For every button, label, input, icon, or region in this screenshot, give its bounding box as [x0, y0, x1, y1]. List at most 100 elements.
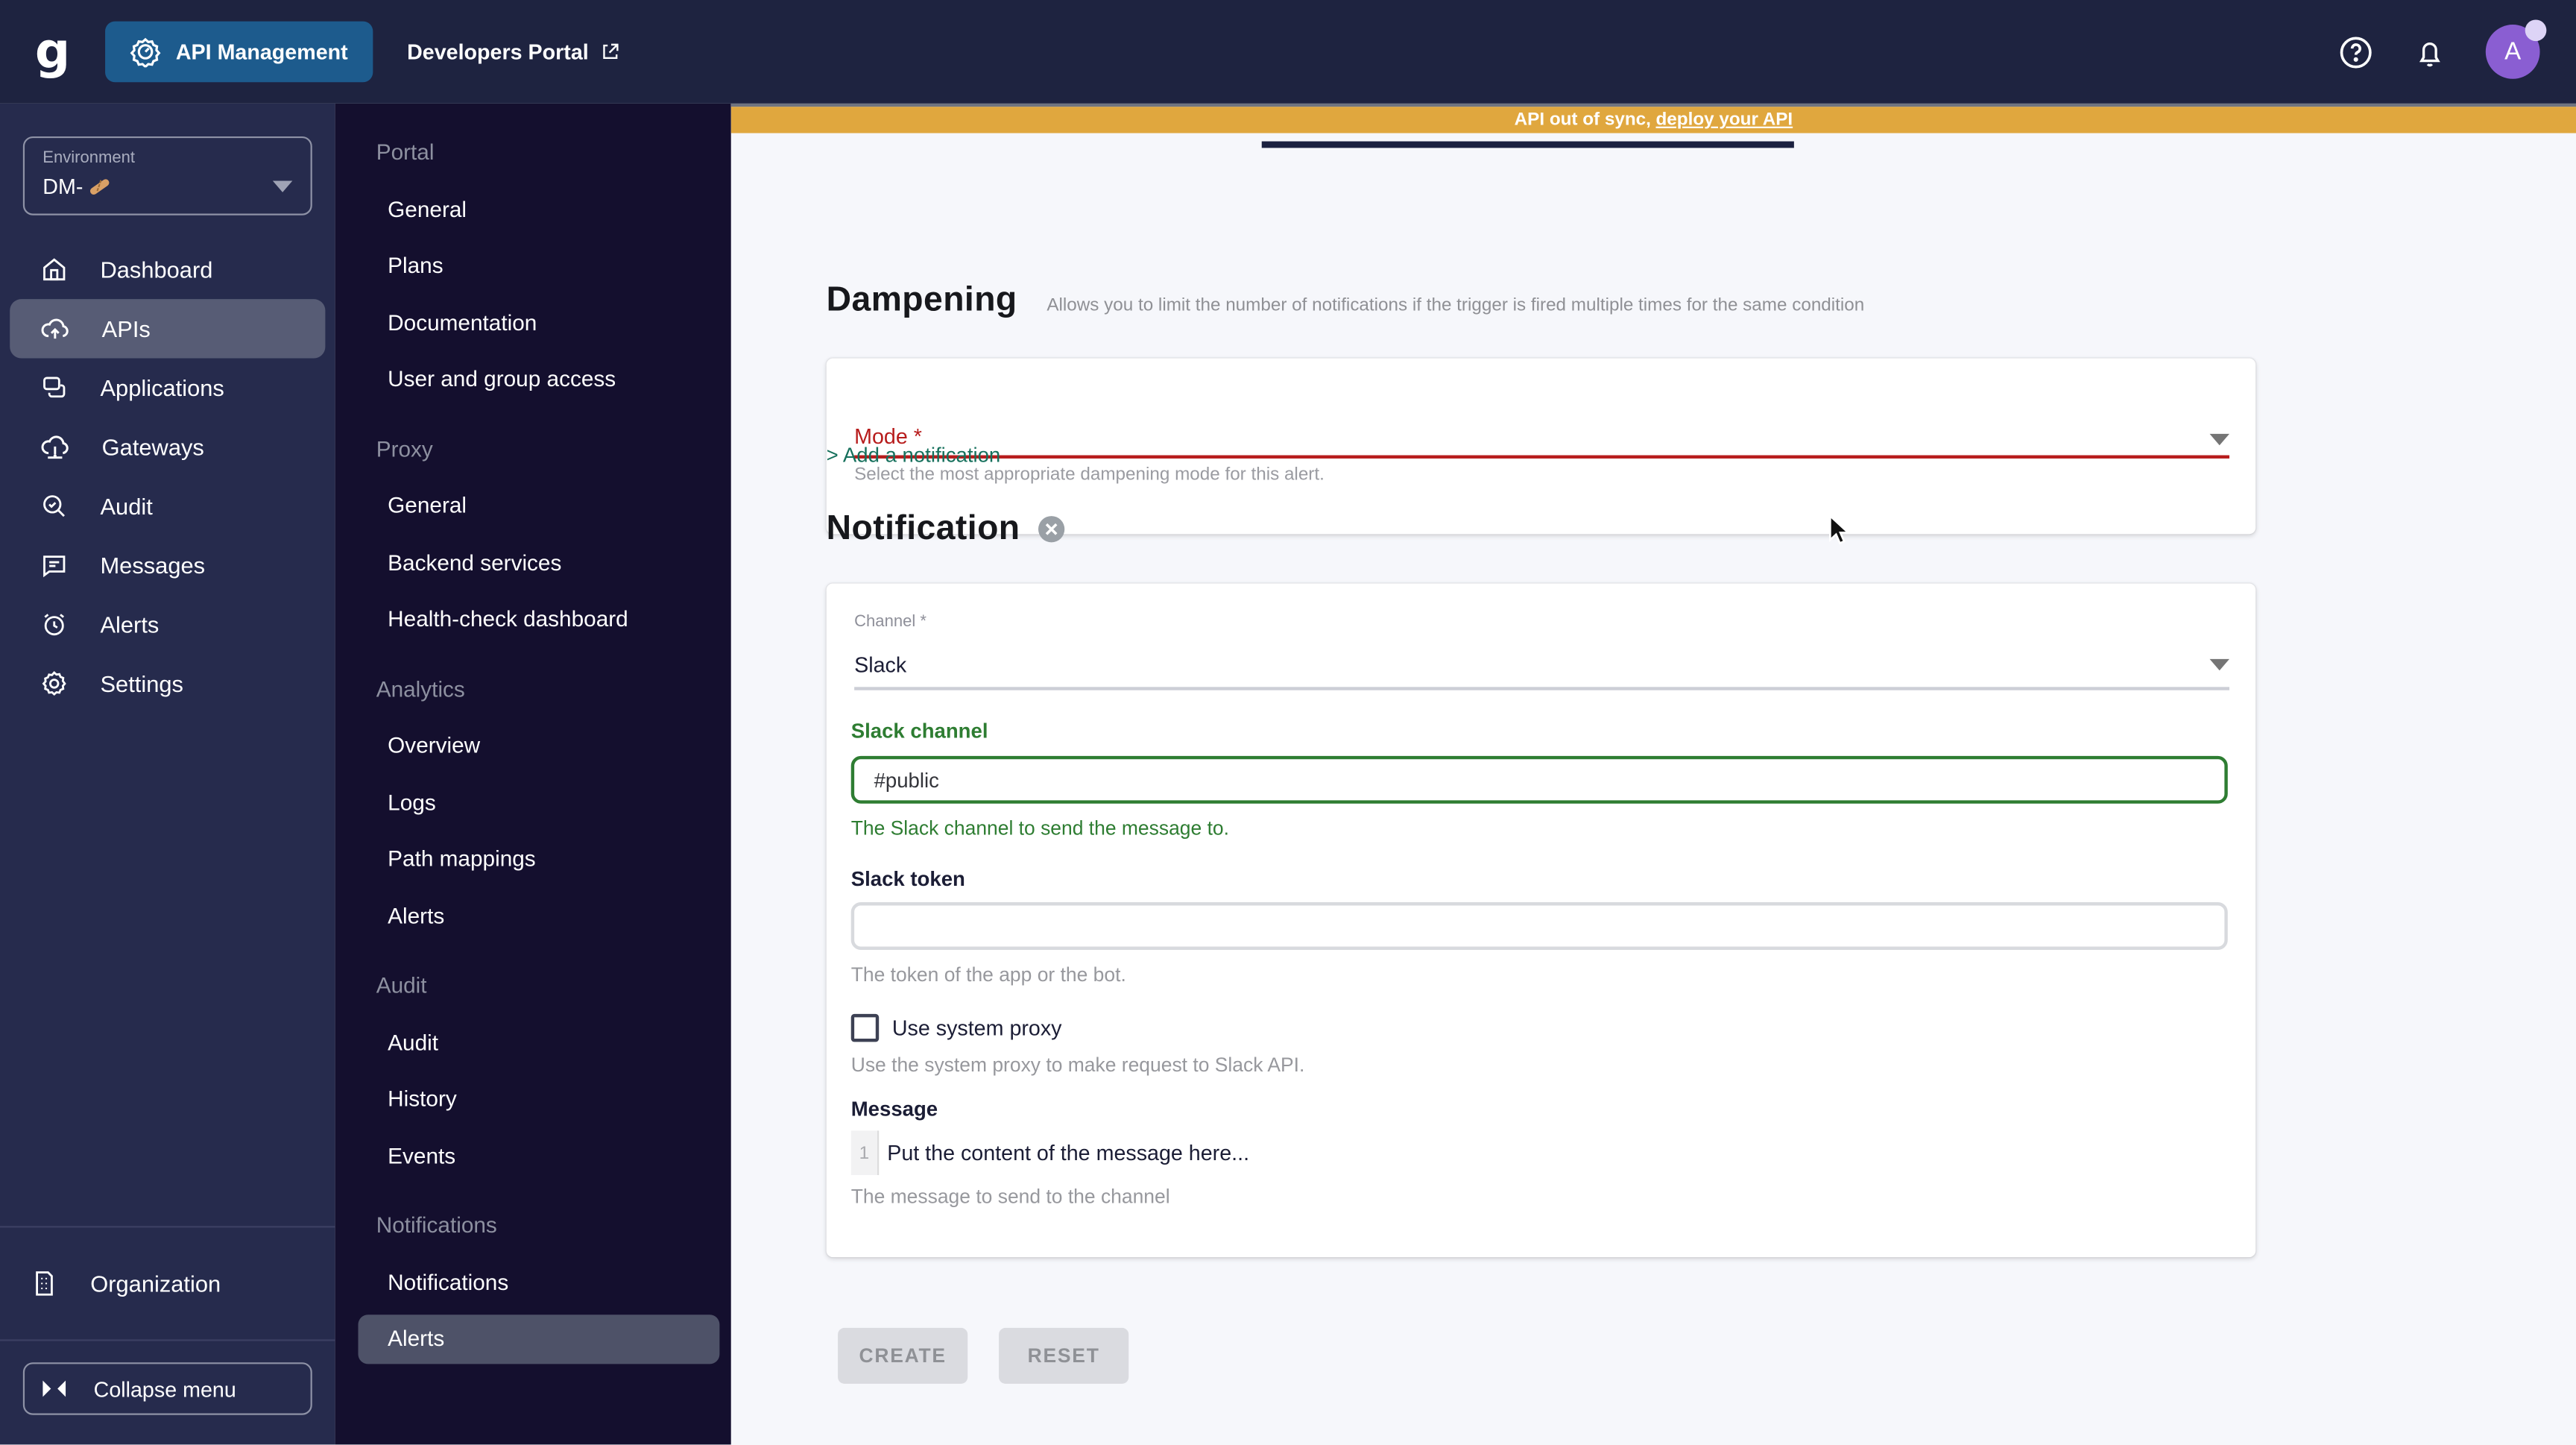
sidebar-item-organization[interactable]: Organization [0, 1227, 335, 1339]
sidebar-item-messages[interactable]: Messages [10, 536, 325, 595]
submenu-item-portal-general[interactable]: General [335, 182, 731, 239]
submenu-item-notifications[interactable]: Notifications [335, 1255, 731, 1312]
help-button[interactable] [2337, 34, 2373, 69]
dampening-subtitle: Allows you to limit the number of notifi… [1046, 295, 1865, 316]
slack-channel-input[interactable] [850, 755, 2228, 804]
bell-icon [2414, 35, 2446, 68]
home-icon [40, 255, 69, 285]
submenu-item-user-group-access[interactable]: User and group access [335, 352, 731, 409]
submenu-item-analytics-alerts[interactable]: Alerts [335, 888, 731, 945]
slack-token-input[interactable] [850, 902, 2228, 950]
slack-token-label: Slack token [850, 867, 965, 891]
cloud-upload-icon [40, 313, 71, 344]
main-content: API out of sync, deploy your API Dampeni… [730, 103, 2576, 1445]
close-icon [1045, 523, 1058, 536]
dropdown-arrow-icon[interactable] [2209, 433, 2229, 446]
sidebar-item-apis[interactable]: APIs [10, 299, 326, 359]
submenu-item-notification-alerts[interactable]: Alerts [358, 1315, 720, 1364]
app-window: g API Management Developers Portal A Env… [0, 0, 2576, 1445]
submenu-item-events[interactable]: Events [335, 1128, 731, 1185]
mode-select-underline[interactable] [854, 455, 2229, 459]
submenu-item-path-mappings[interactable]: Path mappings [335, 831, 731, 888]
message-hint: The message to send to the channel [850, 1185, 1170, 1209]
use-system-proxy-row: Use system proxy [850, 1013, 1062, 1042]
slack-channel-hint: The Slack channel to send the message to… [850, 816, 1229, 840]
create-button[interactable]: CREATE [838, 1327, 968, 1384]
collapse-icon [42, 1380, 66, 1397]
notifications-bell-button[interactable] [2414, 35, 2446, 68]
submenu-group-title: Portal [376, 139, 435, 165]
use-system-proxy-checkbox[interactable] [850, 1013, 880, 1042]
sidebar-item-label: APIs [101, 315, 151, 342]
api-out-of-sync-banner: API out of sync, deploy your API [730, 107, 2576, 133]
developers-portal-link[interactable]: Developers Portal [407, 40, 622, 64]
use-system-proxy-label[interactable]: Use system proxy [892, 1016, 1062, 1040]
submenu-item-logs[interactable]: Logs [335, 775, 731, 831]
submenu-group-title: Analytics [376, 676, 465, 702]
submenu-item-proxy-general[interactable]: General [335, 478, 731, 535]
sidebar-item-label: Gateways [101, 433, 204, 461]
gear-icon [40, 669, 69, 699]
sidebar-item-alerts[interactable]: Alerts [10, 595, 325, 654]
submenu-group-portal: Portal General Plans Documentation User … [335, 125, 731, 409]
sidebar-item-settings[interactable]: Settings [10, 654, 325, 713]
user-initial: A [2504, 37, 2522, 66]
developers-portal-label: Developers Portal [407, 39, 589, 64]
submenu-item-documentation[interactable]: Documentation [335, 295, 731, 352]
organization-label: Organization [90, 1270, 221, 1297]
sidebar-item-applications[interactable]: Applications [10, 358, 325, 417]
submenu-item-overview[interactable]: Overview [335, 718, 731, 775]
dampening-title: Dampening [826, 280, 1017, 319]
mode-select-hint: Select the most appropriate dampening mo… [854, 465, 1325, 485]
use-system-proxy-hint: Use the system proxy to make request to … [850, 1053, 1305, 1077]
notification-title: Notification [826, 509, 1020, 547]
remove-notification-button[interactable] [1038, 516, 1065, 543]
topbar: g API Management Developers Portal A [0, 0, 2576, 104]
alarm-icon [40, 610, 69, 640]
submenu-group-title: Audit [376, 972, 427, 998]
user-avatar[interactable]: A [2485, 19, 2547, 79]
submenu-item-audit[interactable]: Audit [335, 1015, 731, 1071]
add-notification-link[interactable]: > Add a notification [827, 444, 1001, 467]
deploy-your-api-link[interactable]: deploy your API [1655, 110, 1793, 130]
organization-icon [30, 1269, 60, 1299]
slack-token-hint: The token of the app or the bot. [850, 963, 1126, 986]
channel-select-value[interactable]: Slack [854, 652, 906, 677]
primary-sidebar: Environment DM- Dashboard APIs Applicati… [0, 103, 335, 1445]
editor-content[interactable]: Put the content of the message here... [879, 1130, 1249, 1175]
channel-select-label: Channel * [854, 613, 926, 632]
api-management-button[interactable]: API Management [105, 21, 373, 83]
sidebar-item-audit[interactable]: Audit [10, 476, 325, 535]
notification-card: Channel * Slack Slack channel The Slack … [826, 583, 2256, 1258]
collapse-menu-button[interactable]: Collapse menu [22, 1362, 312, 1415]
submenu-item-plans[interactable]: Plans [335, 239, 731, 295]
reset-button[interactable]: RESET [999, 1327, 1129, 1384]
gravitee-logo-icon[interactable]: g [16, 0, 89, 104]
sidebar-item-label: Messages [100, 552, 206, 579]
environment-value: DM- [42, 174, 83, 199]
environment-selector[interactable]: Environment DM- [22, 136, 312, 215]
dampening-card: Mode * Select the most appropriate dampe… [826, 358, 2256, 535]
message-icon [40, 550, 69, 580]
submenu-group-title: Proxy [376, 436, 433, 462]
dropdown-arrow-icon[interactable] [2209, 658, 2229, 671]
help-icon [2337, 34, 2373, 69]
baguette-emoji-icon [86, 174, 111, 199]
channel-select-underline [854, 687, 2229, 690]
sidebar-nav: Dashboard APIs Applications Gateways Aud… [0, 240, 335, 714]
submenu-item-backend-services[interactable]: Backend services [335, 535, 731, 591]
cloud-download-icon [40, 432, 71, 463]
sidebar-item-gateways[interactable]: Gateways [10, 418, 325, 476]
topbar-actions: A [2337, 19, 2547, 79]
submenu-group-analytics: Analytics Overview Logs Path mappings Al… [335, 661, 731, 945]
submenu-group-notifications: Notifications Notifications Alerts [335, 1198, 731, 1364]
external-link-icon [600, 41, 622, 63]
submenu-item-history[interactable]: History [335, 1071, 731, 1128]
environment-label: Environment [42, 149, 136, 168]
sidebar-item-dashboard[interactable]: Dashboard [10, 240, 325, 299]
avatar-status-badge [2525, 19, 2547, 42]
message-label: Message [850, 1098, 938, 1121]
submenu-item-health-check-dashboard[interactable]: Health-check dashboard [335, 591, 731, 648]
message-code-editor[interactable]: 1 Put the content of the message here... [850, 1130, 1249, 1175]
sidebar-item-label: Audit [100, 493, 153, 520]
